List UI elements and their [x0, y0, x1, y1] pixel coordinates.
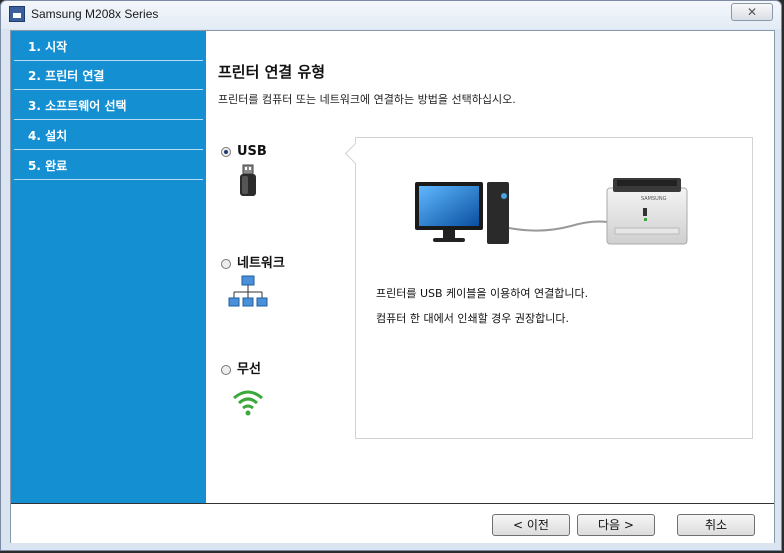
window-title: Samsung M208x Series — [31, 7, 159, 21]
cancel-button[interactable]: 취소 — [677, 514, 755, 536]
info-line-2: 컴퓨터 한 대에서 인쇄할 경우 권장합니다. — [376, 312, 570, 325]
wireless-icon — [233, 390, 263, 416]
info-pointer — [344, 142, 367, 165]
back-button[interactable]: < 이전 — [492, 514, 570, 536]
wireless-option-label: 무선 — [237, 362, 261, 377]
app-icon — [9, 6, 25, 22]
step-finish: 5. 완료 — [14, 151, 203, 180]
network-option[interactable]: 네트워크 — [221, 252, 285, 271]
step-software-selection: 3. 소프트웨어 선택 — [14, 91, 203, 120]
connection-info-panel: SAMSUNG 프린터를 USB 케이블을 이용하여 연결합니다. 컴퓨터 한 … — [344, 137, 753, 439]
close-button[interactable]: ✕ — [731, 3, 773, 21]
step-install: 4. 설치 — [14, 121, 203, 150]
page-title: 프린터 연결 유형 — [218, 63, 326, 81]
usb-option[interactable]: USB — [221, 144, 267, 159]
step-printer-connection: 2. 프린터 연결 — [14, 61, 203, 90]
steps-sidebar: 1. 시작 2. 프린터 연결 3. 소프트웨어 선택 4. 설치 5. 완료 — [11, 31, 206, 503]
page-subtitle: 프린터를 컴퓨터 또는 네트워크에 연결하는 방법을 선택하십시오. — [218, 93, 516, 106]
printer-brand-label: SAMSUNG — [641, 196, 667, 202]
installer-window: Samsung M208x Series ✕ 1. 시작 2. 프린터 연결 3… — [0, 0, 782, 551]
computer-printer-illustration: SAMSUNG — [415, 178, 688, 245]
usb-option-label: USB — [237, 144, 267, 159]
wireless-radio[interactable] — [221, 364, 231, 375]
network-icon — [228, 275, 268, 307]
next-button[interactable]: 다음 > — [577, 514, 655, 536]
usb-radio[interactable] — [221, 146, 231, 157]
dialog-body: 1. 시작 2. 프린터 연결 3. 소프트웨어 선택 4. 설치 5. 완료 … — [10, 30, 775, 543]
info-line-1: 프린터를 USB 케이블을 이용하여 연결합니다. — [376, 287, 589, 300]
network-radio[interactable] — [221, 258, 231, 269]
network-option-label: 네트워크 — [237, 256, 285, 271]
step-start: 1. 시작 — [14, 32, 203, 61]
usb-icon — [240, 164, 256, 196]
button-bar: < 이전 다음 > 취소 — [11, 503, 774, 543]
wireless-option[interactable]: 무선 — [221, 358, 261, 377]
main-panel: 프린터 연결 유형 프린터를 컴퓨터 또는 네트워크에 연결하는 방법을 선택하… — [206, 31, 774, 503]
title-bar: Samsung M208x Series ✕ — [1, 1, 781, 29]
